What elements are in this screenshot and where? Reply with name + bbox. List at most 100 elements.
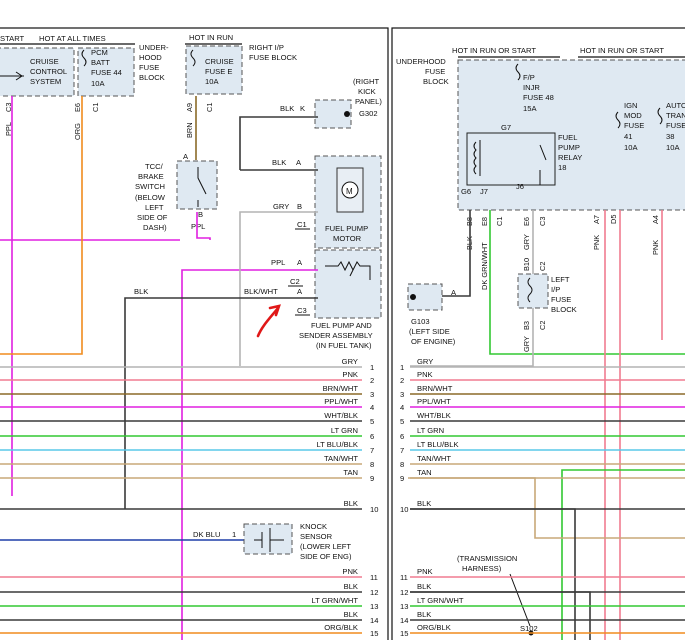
row-pin-right: 6 [400, 432, 404, 441]
row-pin-left: 4 [370, 403, 374, 412]
row-label-left: WHT/BLK [324, 411, 358, 420]
g103-line3: OF ENGINE) [411, 337, 456, 346]
cruise-box-line1: CRUISE [30, 57, 59, 66]
underhood-line2: HOOD [139, 53, 162, 62]
rv-e8: E8 [480, 217, 489, 226]
assembly-line3: (IN FUEL TANK) [316, 341, 372, 350]
kick-panel-line1: (RIGHT [353, 77, 380, 86]
row-label-right: PPL/WHT [417, 397, 451, 406]
wire-label-ppl-b: PPL [191, 222, 205, 231]
g302-label: G302 [359, 109, 378, 118]
lip-line4: BLOCK [551, 305, 577, 314]
pin-j7: J7 [480, 187, 488, 196]
row-pin-left: 1 [370, 363, 374, 372]
right-ip-line1: RIGHT I/P [249, 43, 284, 52]
wire-label-dk-blu: DK BLU [193, 530, 220, 539]
lip-line2: I/P [551, 285, 560, 294]
tan-wire [408, 477, 685, 539]
row-label-right: TAN/WHT [417, 454, 451, 463]
diagram-canvas: START HOT AT ALL TIMES HOT IN RUN CRUISE… [0, 27, 685, 640]
lt-grn-wire [561, 469, 685, 640]
row-pin-left: 8 [370, 460, 374, 469]
row-label-right: BLK [417, 499, 431, 508]
wire-label-blk-a: BLK [272, 158, 286, 167]
g7-label: G7 [501, 123, 511, 132]
pcm-fuse-line1: PCM [91, 48, 108, 57]
underhood-line3: FUSE [139, 63, 159, 72]
ign-fuse-line4: 41 [624, 132, 632, 141]
fp-fuse-line2: INJR [523, 83, 540, 92]
g103-line2: (LEFT SIDE [409, 327, 450, 336]
row-pin-right: 1 [400, 363, 404, 372]
connector-rows: GRY1 1GRYPNK2 2PNKBRN/WHT3 3BRN/WHTPPL/WHT4… [0, 357, 685, 638]
auto-fuse-line2: TRAN [666, 111, 685, 120]
hot-in-run-label: HOT IN RUN [189, 33, 233, 42]
row-pin-right: 12 [400, 588, 408, 597]
g103-line1: G103 [411, 317, 430, 326]
row-pin-right: 15 [400, 629, 408, 638]
wire-label-gry-b: GRY [273, 202, 289, 211]
row-pin-right: 14 [400, 616, 408, 625]
row-label-right: LT GRN/WHT [417, 596, 464, 605]
knock-line4: SIDE OF ENG) [300, 552, 352, 561]
pin-a9: A9 [185, 103, 194, 112]
fuel-sender-box [314, 249, 382, 319]
tcc-line7: DASH) [143, 223, 167, 232]
row-label-right: LT BLU/BLK [417, 440, 459, 449]
row-label-right: ORG/BLK [417, 623, 451, 632]
row-label-left: BLK [344, 582, 358, 591]
underhood-line1: UNDER- [139, 43, 169, 52]
kick-panel-line2: KICK [358, 87, 376, 96]
relay-line3: RELAY [558, 153, 582, 162]
relay-line1: FUEL [558, 133, 577, 142]
trans-harness-line2: HARNESS) [462, 564, 502, 573]
wire-label-ppl-a: PPL [271, 258, 285, 267]
tcc-line2: BRAKE [138, 172, 164, 181]
row-pin-right: 2 [400, 376, 404, 385]
assembly-line2: SENDER ASSEMBLY [299, 331, 373, 340]
row-label-right: BLK [417, 610, 431, 619]
ign-fuse-line1: IGN [624, 101, 638, 110]
row-label-right: BLK [417, 582, 431, 591]
tcc-pin-a: A [183, 152, 189, 161]
row-pin-right: 3 [400, 390, 404, 399]
row-label-left: TAN/WHT [324, 454, 358, 463]
row-label-left: LT GRN/WHT [311, 596, 358, 605]
hot-run-start-2: HOT IN RUN OR START [580, 46, 664, 55]
rv-c3: C3 [538, 217, 547, 226]
rv-gry: GRY [522, 234, 531, 250]
cruise-fuse-line3: 10A [205, 77, 219, 86]
row-label-right: PNK [417, 370, 433, 379]
knock-line1: KNOCK [300, 522, 327, 531]
row-label-left: BLK [344, 499, 358, 508]
auto-fuse-line1: AUTO [666, 101, 685, 110]
fp-fuse-line3: FUSE 48 [523, 93, 554, 102]
row-label-left: PPL/WHT [324, 397, 358, 406]
fuel-pump-motor-line2: MOTOR [333, 234, 362, 243]
row-label-right: TAN [417, 468, 432, 477]
cruise-fuse-line1: CRUISE [205, 57, 234, 66]
knock-line2: SENSOR [300, 532, 333, 541]
row-label-right: WHT/BLK [417, 411, 451, 420]
ign-fuse-line5: 10A [624, 143, 638, 152]
connector-c2: C2 [290, 277, 300, 286]
underhood-line4: BLOCK [139, 73, 165, 82]
sender-pin-a: A [297, 258, 303, 267]
annotation-arrow [256, 304, 281, 338]
pcm-fuse-line4: 10A [91, 79, 105, 88]
rv-c2: C2 [538, 262, 547, 271]
pin-j6: J6 [516, 182, 524, 191]
row-pin-left: 11 [370, 573, 378, 582]
rv-d5: D5 [609, 215, 618, 224]
fuel-pump-motor-line1: FUEL PUMP [325, 224, 368, 233]
row-pin-right: 7 [400, 446, 404, 455]
s102-label: S102 [520, 624, 538, 633]
rv-b3: B3 [522, 321, 531, 330]
pcm-fuse-line2: BATT [91, 58, 110, 67]
sender-pin-a2: A [297, 287, 303, 296]
row-pin-left: 3 [370, 390, 374, 399]
pin-c1: C1 [91, 103, 100, 112]
lip-line3: FUSE [551, 295, 571, 304]
left-ip-fuse-box [517, 273, 549, 309]
cruise-fuse-line2: FUSE E [205, 67, 232, 76]
